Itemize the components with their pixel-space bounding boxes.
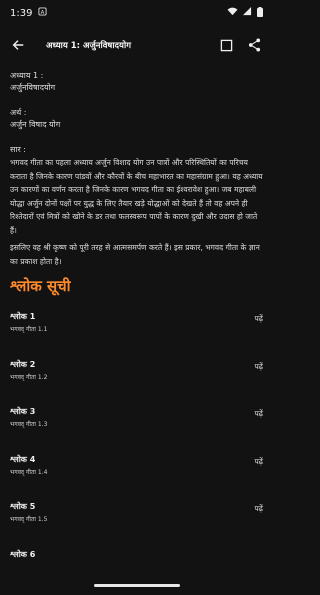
shloka-reference: भगवद् गीता 1.2 — [10, 373, 47, 381]
signal-icon — [243, 7, 252, 19]
meaning-value: अर्जुन विषाद योग — [10, 119, 263, 131]
summary-paragraph-2: इसलिए वह श्री कृष्ण को पूरी तरह से आत्मस… — [10, 241, 263, 268]
back-arrow-icon[interactable] — [8, 35, 28, 55]
shloka-name: श्लोक 2 — [10, 358, 47, 371]
battery-icon — [257, 7, 263, 20]
home-indicator[interactable] — [94, 584, 180, 587]
wifi-icon — [227, 7, 238, 19]
list-item[interactable]: श्लोक 3 भगवद् गीता 1.3 पढ़ें — [10, 405, 263, 453]
read-button[interactable]: पढ़ें — [255, 314, 263, 324]
share-icon[interactable] — [243, 34, 265, 56]
svg-text:A: A — [41, 10, 45, 16]
shloka-reference: भगवद् गीता 1.1 — [10, 325, 47, 333]
app-bar: अध्याय 1: अर्जुनविषादयोग — [0, 26, 273, 64]
shloka-reference: भगवद् गीता 1.3 — [10, 420, 47, 428]
shloka-name: श्लोक 4 — [10, 453, 47, 466]
notification-icon: A — [38, 7, 47, 19]
read-button[interactable]: पढ़ें — [255, 504, 263, 514]
read-button[interactable]: पढ़ें — [255, 457, 263, 467]
shloka-reference: भगवद् गीता 1.4 — [10, 468, 47, 476]
crop-icon[interactable] — [215, 34, 237, 56]
status-bar: 1:39 A — [0, 0, 273, 26]
list-item[interactable]: श्लोक 5 भगवद् गीता 1.5 पढ़ें — [10, 500, 263, 548]
shloka-name: श्लोक 5 — [10, 500, 47, 513]
shloka-name: श्लोक 1 — [10, 310, 47, 323]
list-item[interactable]: श्लोक 4 भगवद् गीता 1.4 पढ़ें — [10, 453, 263, 501]
status-time: 1:39 — [10, 8, 32, 19]
shloka-list-title: श्लोक सूची — [10, 276, 263, 296]
chapter-content: अध्याय 1 : अर्जुनविषादयोग अर्थ : अर्जुन … — [0, 64, 273, 595]
read-button[interactable]: पढ़ें — [255, 409, 263, 419]
shloka-list: श्लोक 1 भगवद् गीता 1.1 पढ़ें श्लोक 2 भगव… — [10, 310, 263, 595]
meaning-label: अर्थ : — [10, 107, 263, 119]
chapter-name: अर्जुनविषादयोग — [10, 82, 263, 94]
list-item[interactable]: श्लोक 6 — [10, 548, 263, 595]
shloka-reference: भगवद् गीता 1.5 — [10, 515, 47, 523]
page-title: अध्याय 1: अर्जुनविषादयोग — [46, 40, 209, 51]
shloka-name: श्लोक 3 — [10, 405, 47, 418]
chapter-label: अध्याय 1 : — [10, 70, 263, 82]
shloka-name: श्लोक 6 — [10, 548, 35, 561]
summary-paragraph-1: भगवद गीता का पहला अध्याय अर्जुन विशाद यो… — [10, 156, 263, 237]
summary-label: सार : — [10, 144, 263, 156]
list-item[interactable]: श्लोक 2 भगवद् गीता 1.2 पढ़ें — [10, 358, 263, 406]
read-button[interactable]: पढ़ें — [255, 362, 263, 372]
list-item[interactable]: श्लोक 1 भगवद् गीता 1.1 पढ़ें — [10, 310, 263, 358]
